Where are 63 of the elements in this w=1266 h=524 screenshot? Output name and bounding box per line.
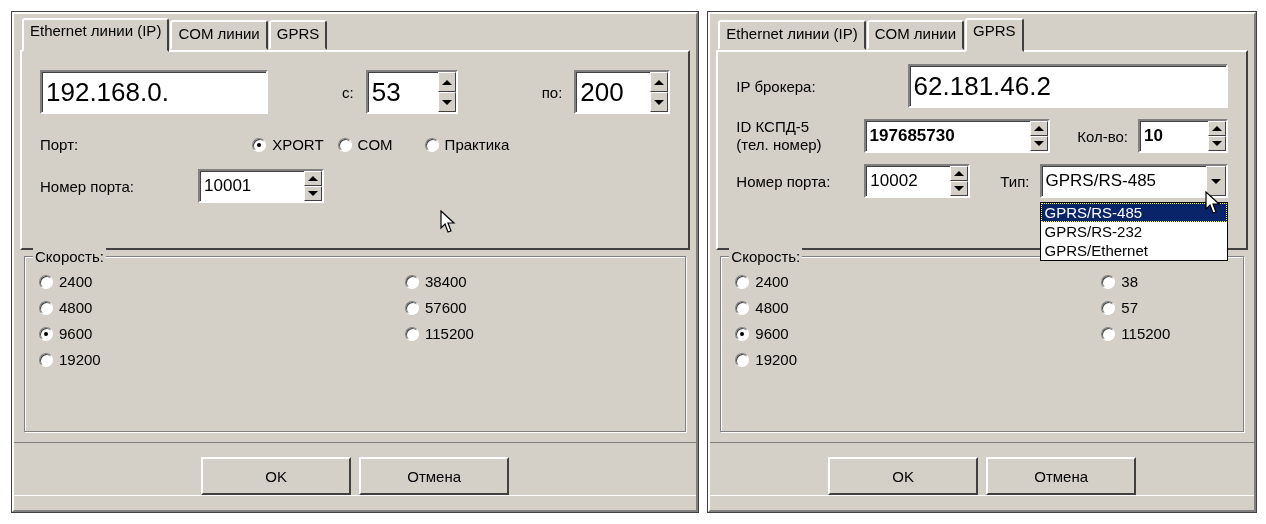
- radio-option[interactable]: 2400: [39, 273, 405, 290]
- dialog-button[interactable]: OK: [201, 457, 352, 495]
- tab[interactable]: COM линии: [170, 20, 268, 50]
- group-title: Скорость:: [729, 248, 803, 265]
- dialog-button[interactable]: OK: [828, 457, 979, 495]
- field-label: ID КСПД-5 (тел. номер): [736, 118, 822, 154]
- field-label: Номер порта:: [40, 177, 135, 195]
- spin-up-button[interactable]: [650, 72, 669, 92]
- field-label: IP брокера:: [736, 77, 816, 95]
- tab[interactable]: GPRS: [268, 20, 328, 50]
- spin-field[interactable]: 10: [1138, 119, 1228, 153]
- radio-option[interactable]: 19200: [735, 351, 1102, 368]
- radio-option[interactable]: 19200: [39, 351, 405, 368]
- spin-field[interactable]: 53: [365, 70, 458, 114]
- spin-up-button[interactable]: [950, 166, 969, 181]
- field-label: по:: [541, 83, 563, 101]
- type-dropdown[interactable]: GPRS/RS-485: [1039, 164, 1228, 198]
- tab[interactable]: Ethernet линии (IP): [718, 20, 866, 50]
- field-label: Номер порта:: [736, 172, 831, 190]
- spin-up-button[interactable]: [304, 171, 323, 186]
- tab[interactable]: COM линии: [866, 20, 965, 50]
- spin-down-button[interactable]: [437, 92, 456, 112]
- spin-up-button[interactable]: [1029, 121, 1048, 136]
- radio-option[interactable]: 9600: [39, 325, 405, 342]
- dialog-button[interactable]: Отмена: [359, 457, 510, 495]
- spin-down-button[interactable]: [304, 186, 323, 201]
- dropdown-option[interactable]: GPRS/Ethernet: [1040, 241, 1227, 260]
- radio-option[interactable]: 38: [1101, 273, 1229, 290]
- radio-option[interactable]: Практика: [424, 136, 510, 153]
- ip-field[interactable]: 192.168.0.: [40, 70, 268, 114]
- group-title: Скорость:: [33, 248, 106, 265]
- spin-down-button[interactable]: [950, 181, 969, 196]
- radio-option[interactable]: 57: [1101, 299, 1229, 316]
- spin-down-button[interactable]: [650, 92, 669, 112]
- radio-option[interactable]: XPORT: [252, 136, 324, 153]
- spin-field[interactable]: 197685730: [863, 119, 1050, 153]
- radio-option[interactable]: 4800: [735, 299, 1102, 316]
- field-label: Кол-во:: [1077, 127, 1128, 145]
- field-label: с:: [342, 83, 354, 101]
- field-label: Порт:: [40, 136, 79, 153]
- spin-up-button[interactable]: [437, 72, 456, 92]
- dropdown-option[interactable]: GPRS/RS-232: [1040, 222, 1227, 241]
- dialog-button[interactable]: Отмена: [986, 457, 1137, 495]
- spin-field[interactable]: 200: [574, 70, 671, 114]
- radio-option[interactable]: 9600: [735, 325, 1102, 342]
- tab[interactable]: Ethernet линии (IP): [22, 18, 170, 52]
- radio-option[interactable]: 38400: [405, 273, 672, 290]
- spin-up-button[interactable]: [1208, 121, 1226, 136]
- radio-option[interactable]: 2400: [735, 273, 1102, 290]
- spin-down-button[interactable]: [1029, 136, 1048, 151]
- spin-field[interactable]: 10002: [864, 164, 971, 198]
- radio-option[interactable]: 57600: [405, 299, 672, 316]
- spin-field[interactable]: 10001: [198, 169, 325, 203]
- ip-field[interactable]: 62.181.46.2: [907, 64, 1228, 108]
- tab[interactable]: GPRS: [965, 18, 1024, 52]
- radio-option[interactable]: 115200: [405, 325, 672, 342]
- radio-option[interactable]: 115200: [1101, 325, 1229, 342]
- spin-down-button[interactable]: [1208, 136, 1226, 151]
- field-label: Тип:: [1000, 172, 1030, 190]
- radio-option[interactable]: COM: [337, 136, 393, 153]
- pointer-icon: [440, 210, 456, 234]
- radio-option[interactable]: 4800: [39, 299, 405, 316]
- dropdown-option[interactable]: GPRS/RS-485: [1040, 203, 1227, 222]
